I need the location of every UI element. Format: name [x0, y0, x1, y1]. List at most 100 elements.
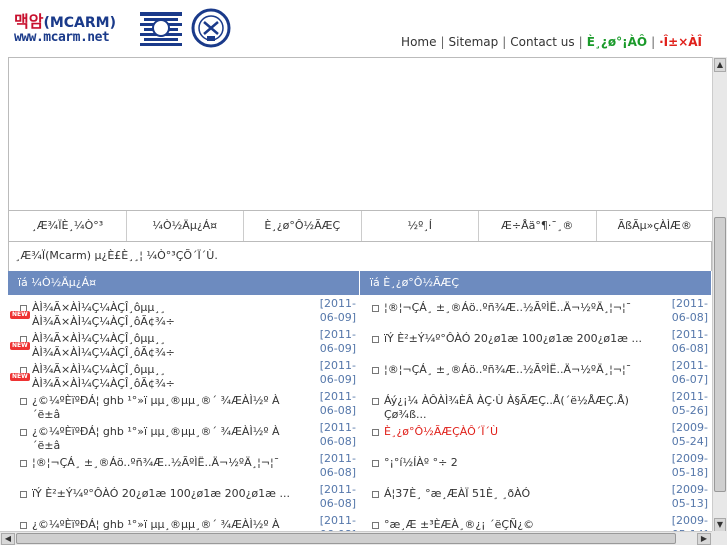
list-item[interactable]: ïÝ È²±Ý¼º°ÔÀÓ 20¿ø1æ 100¿ø1æ 200¿ø1æ ...…	[360, 326, 712, 357]
bullet-icon	[372, 522, 379, 529]
list-item-title[interactable]: ¦®¦¬ÇÁ¸ ±¸®Áö..ºñ¾Æ..½ÃºÌË..Ä¬½ºÄ¸¦¬¦¯	[384, 363, 646, 377]
new-badge: NEW	[10, 311, 30, 319]
list-item[interactable]: NEW ÀÌ¾Ã×ÀÌ¼Ç¼ÀÇÎ¸ôµµ¸¸ ÀÌ¾Ã×ÀÌ¼Ç¼ÀÇÎ¸ôÃ¢…	[8, 326, 360, 360]
home-link[interactable]: Home	[401, 35, 436, 49]
menu-item[interactable]: ¼Ò½Äµ¿Á¤	[127, 211, 244, 241]
bullet-icon	[20, 398, 27, 405]
list-item[interactable]: NEW ÀÌ¾Ã×ÀÌ¼Ç¼ÀÇÎ¸ôµµ¸¸ ÀÌ¾Ã×ÀÌ¼Ç¼ÀÇÎ¸ôÃ¢…	[8, 357, 360, 391]
bullet-icon	[372, 305, 379, 312]
list-item-date: [2011-06-09]	[319, 297, 356, 324]
vertical-scroll-thumb[interactable]	[714, 217, 726, 492]
list-item[interactable]: Áý¿¡¼ ÀÔÀÌ¾È­Â ÀÇ·Ù À§ÃÆÇ..Å(´ë½ÅÆÇ.Å) Ç…	[360, 388, 712, 422]
news-panel: ïá ¼Ò½Äµ¿Á¤ NEW ÀÌ¾Ã×ÀÌ¼Ç¼ÀÇÎ¸ôµµ¸¸ ÀÌ¾Ã×…	[8, 271, 360, 533]
list-item-title[interactable]: ¿©¼ºÈïºÐÁ¦ ghb ¹°»ï µµ¸®µµ¸®´ ¾ÆÀÌ½º À´ë…	[32, 394, 294, 422]
logo-url: www.mcarm.net	[14, 30, 110, 45]
hospital-emblem-icon	[191, 8, 231, 48]
nav-separator: |	[651, 35, 656, 49]
list-item-title[interactable]: ÀÌ¾Ã×ÀÌ¼Ç¼ÀÇÎ¸ôµµ¸¸ ÀÌ¾Ã×ÀÌ¼Ç¼ÀÇÎ¸ôÃ¢¾÷	[32, 332, 294, 360]
bullet-icon	[372, 336, 379, 343]
new-badge: NEW	[10, 373, 30, 381]
menu-item[interactable]: È¸¿ø°Ô½ÃÆÇ	[244, 211, 362, 241]
list-item[interactable]: ¦®¦¬ÇÁ¸ ±¸®Áö..ºñ¾Æ..½ÃºÌË..Ä¬½ºÄ¸¦¬¦¯ [2…	[8, 450, 360, 481]
news-header[interactable]: ïá ¼Ò½Äµ¿Á¤	[8, 271, 360, 295]
list-item-title[interactable]: Áý¿¡¼ ÀÔÀÌ¾È­Â ÀÇ·Ù À§ÃÆÇ..Å(´ë½ÅÆÇ.Å) Ç…	[384, 394, 646, 422]
menu-item[interactable]: Æ÷Åä°¶·¯¸®	[479, 211, 597, 241]
list-item-date: [2011-06-08]	[319, 483, 356, 510]
list-item-title[interactable]: ¿©¼ºÈïºÐÁ¦ ghb ¹°»ï µµ¸®µµ¸®´ ¾ÆÀÌ½º À´ë…	[32, 425, 294, 453]
list-item-title[interactable]: Á¦37È¸ °æ¸ÆÀÏ 51È¸ ¸ðÀÓ	[384, 487, 646, 501]
bullet-icon	[372, 460, 379, 467]
list-item[interactable]: ¦®¦¬ÇÁ¸ ±¸®Áö..ºñ¾Æ..½ÃºÌË..Ä¬½ºÄ¸¦¬¦¯ [2…	[360, 357, 712, 388]
login-link[interactable]: ·Î±×ÀÎ	[659, 35, 702, 49]
list-item-date: [2011-06-09]	[319, 328, 356, 355]
menu-item[interactable]: ¸Æ¾ÏÈ¸¼Ò°³	[9, 211, 127, 241]
list-item-title[interactable]: ¦®¦¬ÇÁ¸ ±¸®Áö..ºñ¾Æ..½ÃºÌË..Ä¬½ºÄ¸¦¬¦¯	[32, 456, 294, 470]
bullet-icon	[20, 429, 27, 436]
contact-link[interactable]: Contact us	[510, 35, 574, 49]
bullet-icon	[20, 522, 27, 529]
bullet-icon	[372, 398, 379, 405]
scroll-left-icon[interactable]: ◀	[1, 533, 15, 545]
list-item[interactable]: °æ¸Æ ±³ÈÆÀ¸®¿¡ ´ëÇÑ¿©[2009-05-14]	[360, 512, 712, 533]
vertical-scrollbar[interactable]: ▲ ▼	[712, 57, 727, 533]
nav-separator: |	[440, 35, 445, 49]
menu-item[interactable]: ÃßÃµ»çÀÌÆ®	[597, 211, 714, 241]
scroll-right-icon[interactable]: ▶	[697, 533, 711, 545]
header: 맥암(MCARM) www.mcarm.net Home | Sitemap | Con…	[0, 0, 712, 58]
list-item-date: [2011-06-09]	[319, 359, 356, 386]
list-item-title[interactable]: È¸¿ø°Ô½ÃÆÇÀÔ´Ï´Ù	[384, 425, 646, 439]
board-header[interactable]: ïá È¸¿ø°Ô½ÃÆÇ	[360, 271, 712, 295]
list-item-date: [2011-06-08]	[319, 390, 356, 417]
list-item-title[interactable]: ÀÌ¾Ã×ÀÌ¼Ç¼ÀÇÎ¸ôµµ¸¸ ÀÌ¾Ã×ÀÌ¼Ç¼ÀÇÎ¸ôÃ¢¾÷	[32, 363, 294, 391]
nav-separator: |	[578, 35, 583, 49]
intro-text: ¸Æ¾Ï(Mcarm) µ¿È£È¸¸¦ ¼Ò°³ÇÕ´Ï´Ù.	[8, 241, 712, 271]
top-navigation: Home | Sitemap | Contact us | È¸¿ø°¡ÀÔ | ·Î±×ÀÎ	[401, 35, 702, 49]
list-item-date: [2011-06-08]	[319, 452, 356, 479]
logo-korean: 맥암	[14, 12, 44, 31]
scroll-up-icon[interactable]: ▲	[714, 58, 726, 72]
list-item[interactable]: Á¦37È¸ °æ¸ÆÀÏ 51È¸ ¸ðÀÓ [2009-05-13]	[360, 481, 712, 512]
list-item-title[interactable]: ïÝ È²±Ý¼º°ÔÀÓ 20¿ø1æ 100¿ø1æ 200¿ø1æ ...	[32, 487, 294, 501]
list-item-title[interactable]: ïÝ È²±Ý¼º°ÔÀÓ 20¿ø1æ 100¿ø1æ 200¿ø1æ ...	[384, 332, 646, 346]
horizontal-scrollbar[interactable]: ◀ ▶	[0, 531, 712, 545]
scroll-down-icon[interactable]: ▼	[714, 518, 726, 532]
bullet-icon	[372, 429, 379, 436]
list-item-title[interactable]: ¦®¦¬ÇÁ¸ ±¸®Áö..ºñ¾Æ..½ÃºÌË..Ä¬½ºÄ¸¦¬¦¯	[384, 301, 646, 315]
list-item[interactable]: ïÝ È²±Ý¼º°ÔÀÓ 20¿ø1æ 100¿ø1æ 200¿ø1æ ...…	[8, 481, 360, 512]
list-item[interactable]: ¿©¼ºÈïºÐÁ¦ ghb ¹°»ï µµ¸®µµ¸®´ ¾ÆÀÌ½º À´ë…	[8, 512, 360, 533]
list-item-date: [2011-06-08]	[671, 297, 708, 324]
list-item-date: [2011-06-08]	[319, 421, 356, 448]
list-item-date: [2011-06-07]	[671, 359, 708, 386]
list-item-title[interactable]: ÀÌ¾Ã×ÀÌ¼Ç¼ÀÇÎ¸ôµµ¸¸ ÀÌ¾Ã×ÀÌ¼Ç¼ÀÇÎ¸ôÃ¢¾÷	[32, 301, 294, 329]
list-item-date: [2009-05-13]	[671, 483, 708, 510]
list-item-date: [2011-06-08]	[671, 328, 708, 355]
list-item[interactable]: NEW ÀÌ¾Ã×ÀÌ¼Ç¼ÀÇÎ¸ôµµ¸¸ ÀÌ¾Ã×ÀÌ¼Ç¼ÀÇÎ¸ôÃ¢…	[8, 295, 360, 329]
bullet-icon	[20, 491, 27, 498]
list-item[interactable]: ¿©¼ºÈïºÐÁ¦ ghb ¹°»ï µµ¸®µµ¸®´ ¾ÆÀÌ½º À´ë…	[8, 388, 360, 422]
bullet-icon	[20, 460, 27, 467]
new-badge: NEW	[10, 342, 30, 350]
scrollbar-corner	[712, 531, 727, 545]
nav-separator: |	[502, 35, 507, 49]
list-item[interactable]: °¡°í½ÍÀº °÷ 2 [2009-05-18]	[360, 450, 712, 481]
university-emblem-icon	[140, 12, 182, 46]
list-item-title[interactable]: °¡°í½ÍÀº °÷ 2	[384, 456, 646, 470]
banner-area	[8, 57, 714, 211]
list-item[interactable]: ¿©¼ºÈïºÐÁ¦ ghb ¹°»ï µµ¸®µµ¸®´ ¾ÆÀÌ½º À´ë…	[8, 419, 360, 453]
list-item-date: [2009-05-18]	[671, 452, 708, 479]
signup-link[interactable]: È¸¿ø°¡ÀÔ	[587, 35, 647, 49]
horizontal-scroll-thumb[interactable]	[16, 533, 676, 544]
logo-name: (MCARM)	[43, 15, 117, 31]
menu-item[interactable]: ½º¸Í	[362, 211, 479, 241]
list-item-date: [2011-05-26]	[671, 390, 708, 417]
sitemap-link[interactable]: Sitemap	[449, 35, 499, 49]
board-panel: ïá È¸¿ø°Ô½ÃÆÇ ¦®¦¬ÇÁ¸ ±¸®Áö..ºñ¾Æ..½ÃºÌË…	[360, 271, 712, 533]
list-item[interactable]: ¦®¦¬ÇÁ¸ ±¸®Áö..ºñ¾Æ..½ÃºÌË..Ä¬½ºÄ¸¦¬¦¯ [2…	[360, 295, 712, 326]
site-logo[interactable]: 맥암(MCARM) www.mcarm.net	[14, 8, 124, 45]
bullet-icon	[372, 491, 379, 498]
list-item[interactable]: È¸¿ø°Ô½ÃÆÇÀÔ´Ï´Ù [2009-05-24]	[360, 419, 712, 450]
list-item-title[interactable]: °æ¸Æ ±³ÈÆÀ¸®¿¡ ´ëÇÑ¿©	[384, 518, 646, 532]
list-item-date: [2009-05-24]	[671, 421, 708, 448]
main-menu: ¸Æ¾ÏÈ¸¼Ò°³ ¼Ò½Äµ¿Á¤ È¸¿ø°Ô½ÃÆÇ ½º¸Í Æ÷Åä…	[8, 210, 714, 242]
bullet-icon	[372, 367, 379, 374]
